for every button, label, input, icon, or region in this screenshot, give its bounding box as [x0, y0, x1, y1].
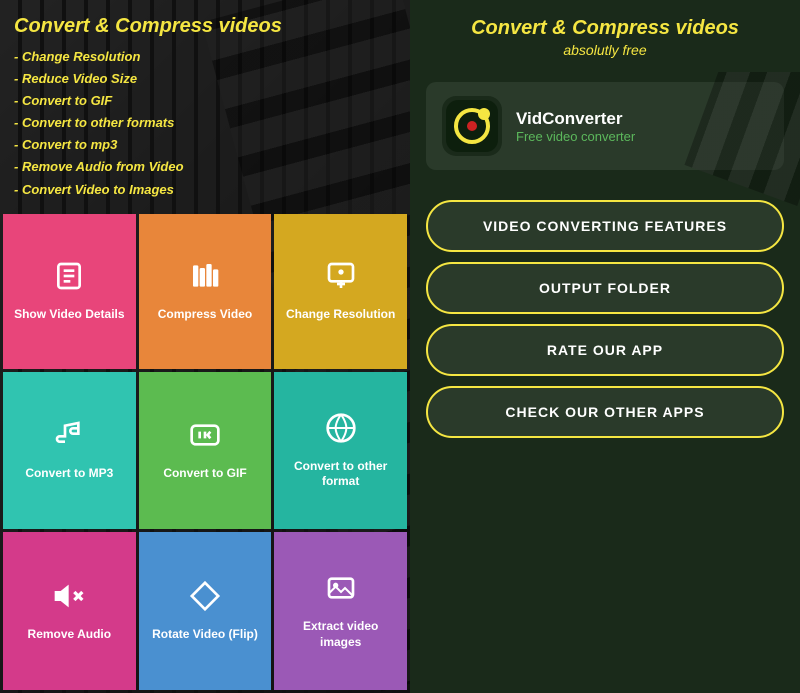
grid-item-extract-images[interactable]: Extract video images [274, 532, 407, 690]
rotate-video-icon [189, 580, 221, 621]
app-tagline: Free video converter [516, 129, 635, 144]
right-header: Convert & Compress videos absolutly free [410, 0, 800, 72]
feature-item: Convert to GIF [14, 90, 396, 112]
extract-images-label: Extract video images [282, 619, 399, 650]
menu-buttons: VIDEO CONVERTING FEATURES OUTPUT FOLDER RA… [410, 190, 800, 448]
app-info: VidConverter Free video converter [516, 109, 635, 144]
app-name: VidConverter [516, 109, 635, 129]
grid-item-compress-video[interactable]: Compress Video [139, 214, 272, 369]
grid-item-change-resolution[interactable]: Change Resolution [274, 214, 407, 369]
menu-btn-output-folder[interactable]: OUTPUT FOLDER [426, 262, 784, 314]
extract-images-icon [325, 572, 357, 613]
left-title: Convert & Compress videos [14, 14, 396, 38]
app-icon-inner [446, 100, 498, 152]
grid-item-convert-to-gif[interactable]: Convert to GIF [139, 372, 272, 530]
convert-to-other-icon [325, 412, 357, 453]
convert-to-mp3-icon [53, 419, 85, 460]
feature-item: Convert to other formats [14, 112, 396, 134]
compress-video-icon [189, 260, 221, 301]
grid-item-convert-to-mp3[interactable]: Convert to MP3 [3, 372, 136, 530]
remove-audio-icon [53, 580, 85, 621]
feature-item: Change Resolution [14, 46, 396, 68]
convert-to-gif-label: Convert to GIF [163, 466, 246, 482]
feature-item: Convert to mp3 [14, 134, 396, 156]
menu-btn-rate-our-app[interactable]: RATE OUR APP [426, 324, 784, 376]
app-icon [442, 96, 502, 156]
rotate-video-label: Rotate Video (Flip) [152, 627, 258, 643]
feature-list: Change ResolutionReduce Video SizeConver… [14, 46, 396, 201]
convert-to-other-label: Convert to other format [282, 459, 399, 490]
grid-item-convert-to-other[interactable]: Convert to other format [274, 372, 407, 530]
spinner-ring-icon [454, 108, 490, 144]
feature-item: Remove Audio from Video [14, 156, 396, 178]
left-panel: Convert & Compress videos Change Resolut… [0, 0, 410, 693]
feature-item: Convert Video to Images [14, 179, 396, 201]
grid-item-rotate-video[interactable]: Rotate Video (Flip) [139, 532, 272, 690]
grid-item-show-video-details[interactable]: Show Video Details [3, 214, 136, 369]
right-title: Convert & Compress videos [426, 16, 784, 40]
left-header: Convert & Compress videos Change Resolut… [0, 0, 410, 211]
right-panel: Convert & Compress videos absolutly free… [410, 0, 800, 693]
show-video-details-icon [53, 260, 85, 301]
grid-item-remove-audio[interactable]: Remove Audio [3, 532, 136, 690]
change-resolution-label: Change Resolution [286, 307, 395, 323]
menu-btn-check-other-apps[interactable]: CHECK OUR OTHER APPS [426, 386, 784, 438]
show-video-details-label: Show Video Details [14, 307, 124, 323]
change-resolution-icon [325, 260, 357, 301]
grid-container: Show Video Details Compress Video Change R… [0, 211, 410, 693]
feature-item: Reduce Video Size [14, 68, 396, 90]
remove-audio-label: Remove Audio [28, 627, 112, 643]
convert-to-mp3-label: Convert to MP3 [25, 466, 113, 482]
menu-btn-video-converting-features[interactable]: VIDEO CONVERTING FEATURES [426, 200, 784, 252]
compress-video-label: Compress Video [158, 307, 252, 323]
right-subtitle: absolutly free [426, 42, 784, 58]
convert-to-gif-icon [189, 419, 221, 460]
